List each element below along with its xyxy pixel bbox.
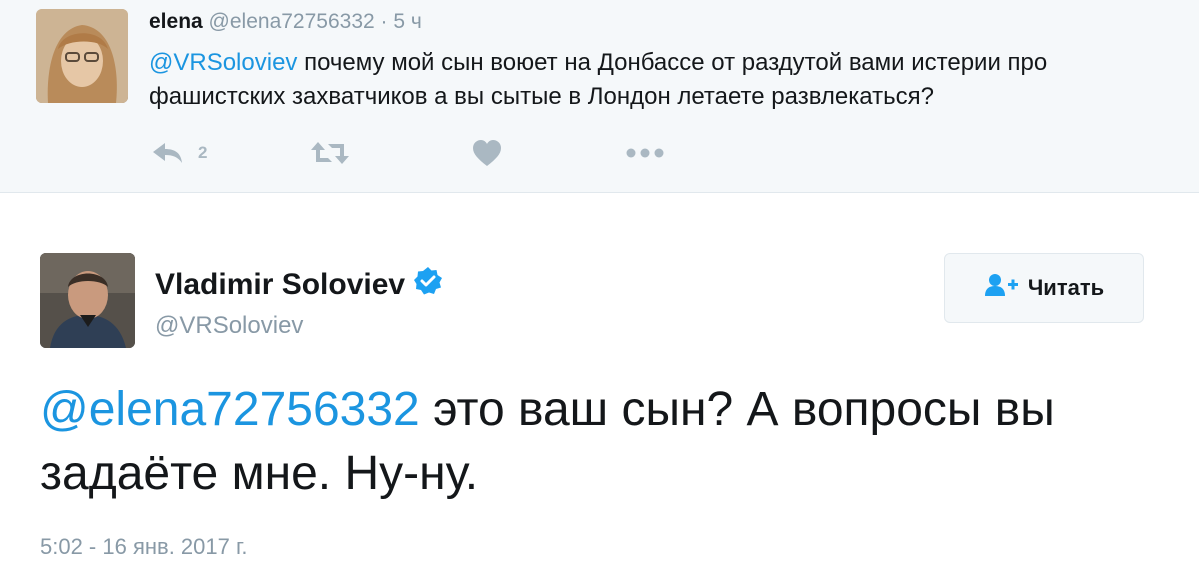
reply-count: 2 [198,143,208,162]
author-handle[interactable]: @VRSoloviev [155,312,303,340]
mention-link[interactable]: @elena72756332 [40,383,420,436]
follow-button-label: Читать [1027,275,1105,300]
author-handle[interactable]: @elena72756332 [209,10,375,33]
verified-badge-icon [413,266,443,304]
tweet-text: @elena72756332 это ваш сын? А вопросы вы… [40,378,1170,506]
author-name-row: Vladimir Soloviev [155,266,443,304]
parent-tweet[interactable]: elena @elena72756332 · 5 ч @VRSoloviev п… [0,0,1199,193]
follow-button[interactable]: Читать [944,253,1144,323]
avatar[interactable] [36,9,128,103]
author-name[interactable]: Vladimir Soloviev [155,268,405,302]
tweet-time[interactable]: 5 ч [393,10,421,33]
more-button[interactable] [625,136,665,170]
heart-icon [472,139,502,167]
reply-icon [152,142,184,164]
mention-link[interactable]: @VRSoloviev [149,49,297,76]
like-button[interactable] [472,136,502,170]
parent-tweet-header: elena @elena72756332 · 5 ч [149,10,422,34]
tweet-text: @VRSoloviev почему мой сын воюет на Донб… [149,46,1159,114]
tweet-timestamp[interactable]: 5:02 - 16 янв. 2017 г. [40,534,247,560]
retweet-button[interactable] [310,136,350,170]
reply-button[interactable]: 2 [152,136,207,170]
author-name[interactable]: elena [149,10,203,33]
follow-user-icon [984,273,1028,303]
retweet-icon [310,140,350,166]
more-icon [625,147,665,159]
avatar[interactable] [40,253,135,348]
separator: · [380,10,388,33]
